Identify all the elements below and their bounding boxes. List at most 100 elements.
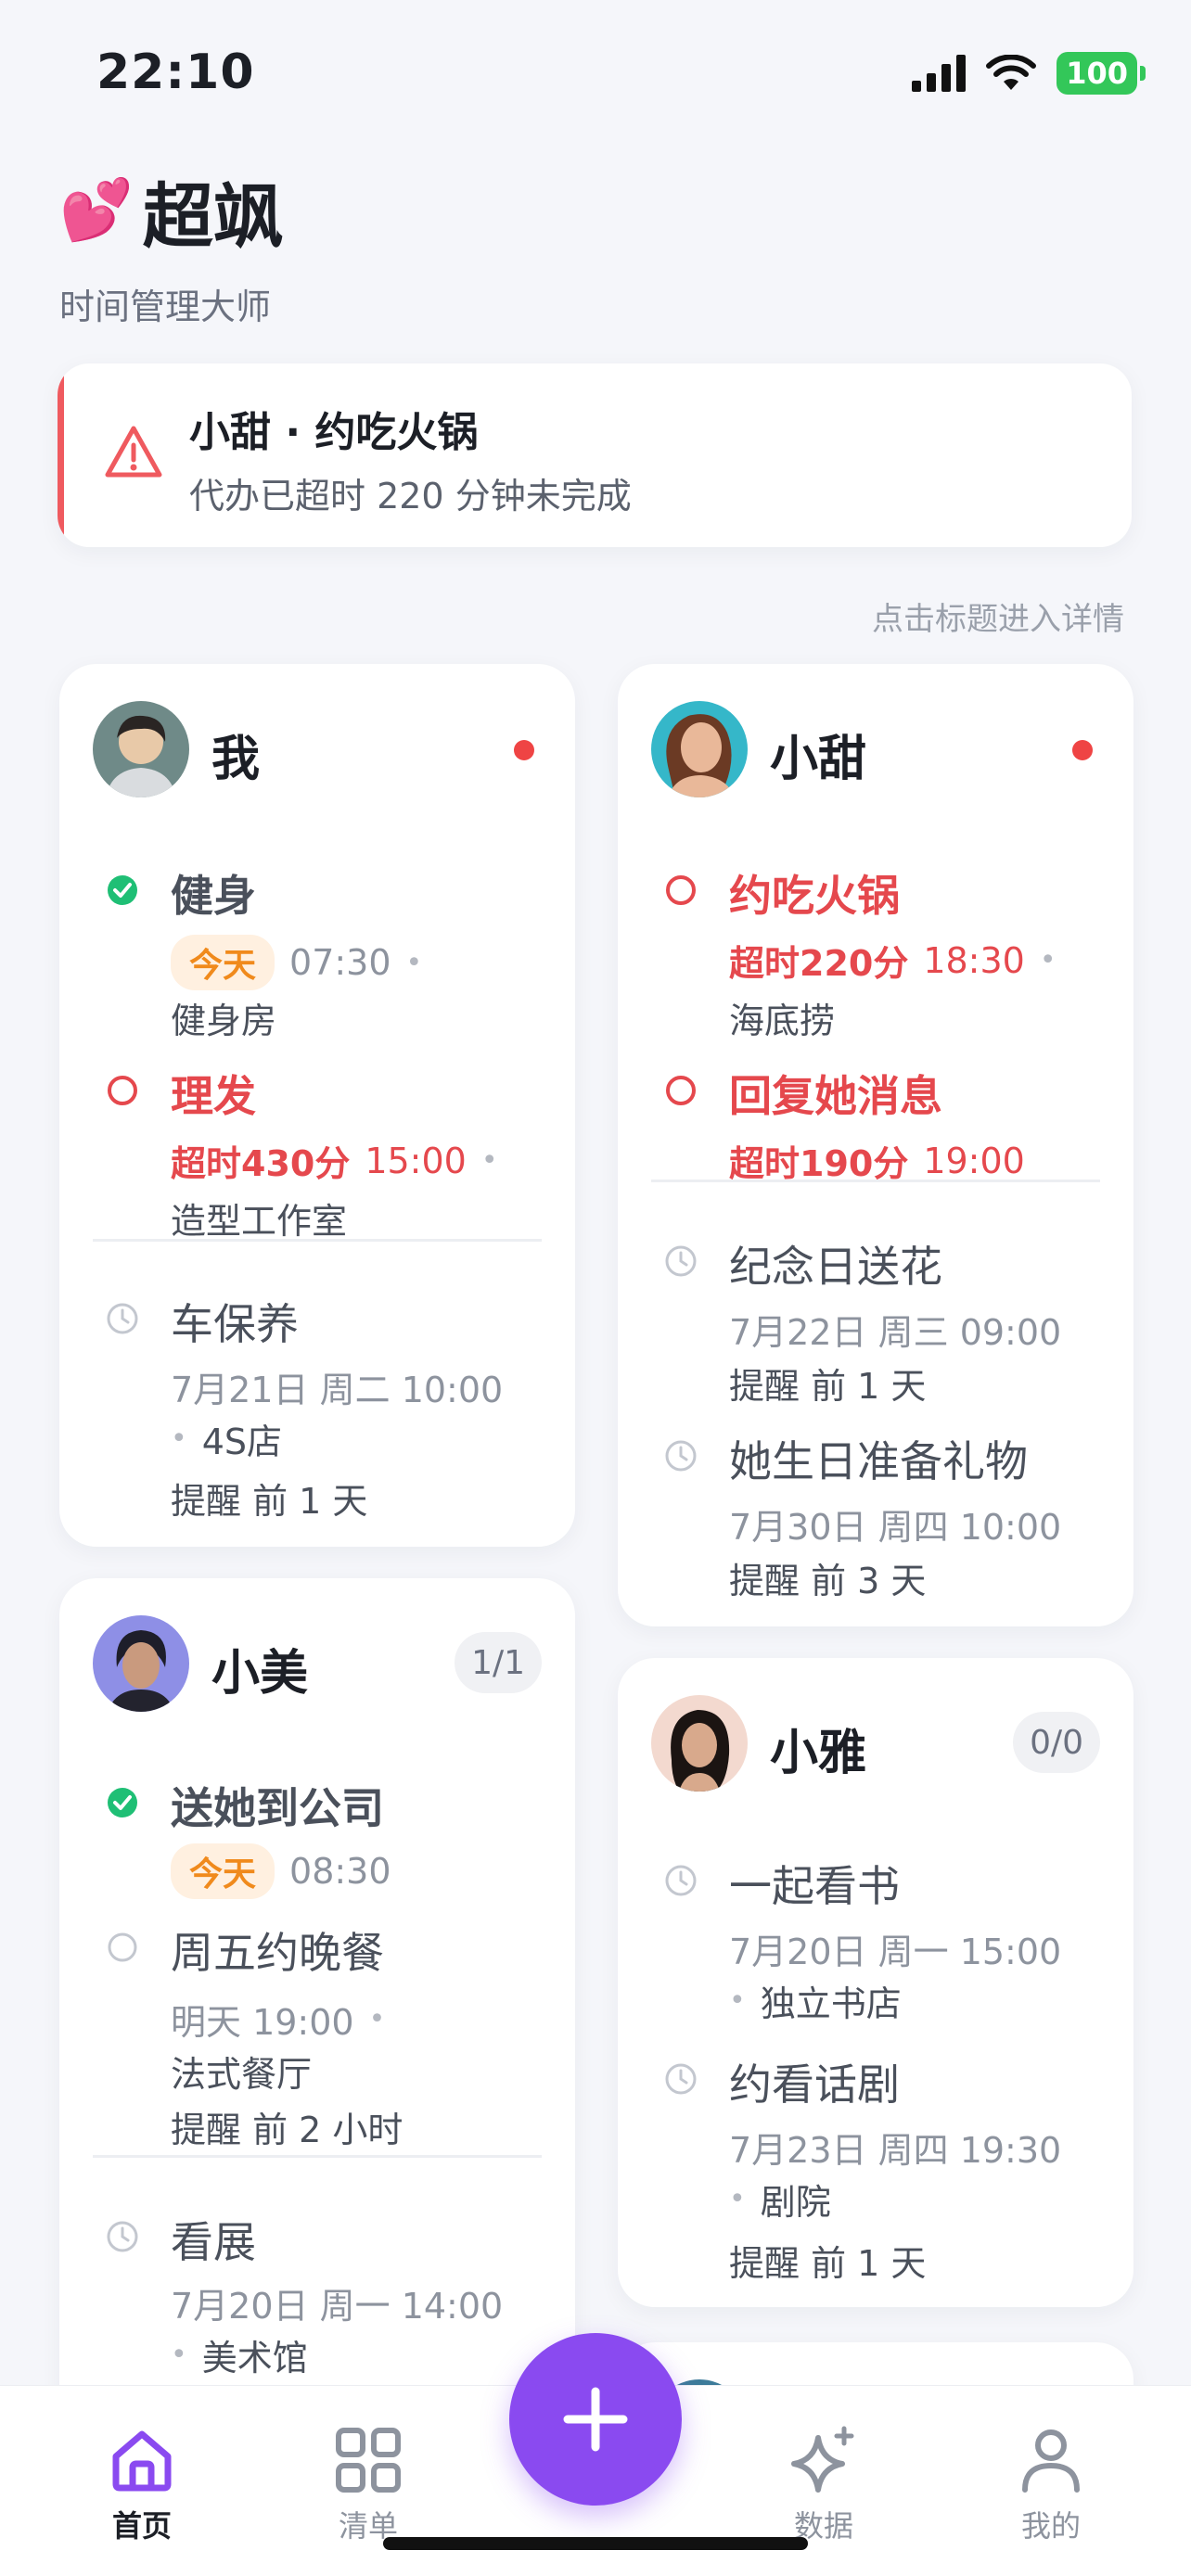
card-header: 小甜 xyxy=(651,701,1100,797)
separator-dot: • xyxy=(480,1144,498,1177)
task-time: 18:30 xyxy=(923,939,1025,981)
person-card-me[interactable]: 我 健身 今天 07:30 • 健身房 理发 超时430分 15:00 • 造型… xyxy=(59,664,575,1547)
unread-dot xyxy=(514,740,534,760)
page-subtitle: 时间管理大师 xyxy=(59,287,272,327)
task-item[interactable]: 理发 超时430分 15:00 • 造型工作室 xyxy=(106,1063,542,1248)
task-location: 美术馆 xyxy=(201,2338,308,2378)
task-title: 约吃火锅 xyxy=(729,871,900,921)
circle-pending-icon xyxy=(666,1076,696,1105)
clock-icon xyxy=(665,1440,697,1472)
clock-icon xyxy=(107,2221,138,2252)
upcoming-item[interactable]: 约看话剧 7月23日 周四 19:30 • 剧院 提醒 前 1 天 xyxy=(664,2051,1100,2292)
upcoming-item[interactable]: 看展 7月20日 周一 14:00 • 美术馆 xyxy=(106,2209,542,2394)
task-title: 看展 xyxy=(171,2217,256,2267)
task-title: 回复她消息 xyxy=(729,1071,942,1121)
task-datetime: 7月20日 周一 14:00 xyxy=(171,2286,504,2327)
task-meta: • 4S店 xyxy=(171,1413,282,1464)
alert-title: 小甜 · 约吃火锅 xyxy=(189,409,479,456)
page-title-text: 超飒 xyxy=(142,175,284,258)
task-title: 纪念日送花 xyxy=(729,1242,942,1292)
task-location: 造型工作室 xyxy=(171,1201,348,1242)
app-screen: 22:10 100 💕 超飒 时间管理大师 小甜 · 约吃火锅 代办已超时 22… xyxy=(0,0,1191,2576)
tab-mine[interactable]: 我的 xyxy=(977,2423,1125,2545)
task-location: 4S店 xyxy=(201,1422,283,1462)
person-card-xiaoya[interactable]: 小雅 0/0 一起看书 7月20日 周一 15:00 • 独立书店 约看话剧 7… xyxy=(618,1658,1133,2307)
upcoming-item[interactable]: 她生日准备礼物 7月30日 周四 10:00 提醒 前 3 天 xyxy=(664,1428,1100,1604)
task-reminder: 提醒 前 1 天 xyxy=(729,2243,927,2284)
task-reminder: 提醒 前 2 小时 xyxy=(171,2110,403,2150)
task-meta: • 独立书店 xyxy=(729,1975,902,2026)
upcoming-item[interactable]: 车保养 7月21日 周二 10:00 • 4S店 提醒 前 1 天 xyxy=(106,1291,542,1523)
task-location: 独立书店 xyxy=(760,1983,902,2024)
task-meta: 超时430分 15:00 • xyxy=(171,1135,498,1186)
task-count-badge: 1/1 xyxy=(455,1632,542,1693)
card-name[interactable]: 小美 xyxy=(211,1634,308,1703)
card-header: 我 xyxy=(93,701,542,797)
section-divider xyxy=(93,1239,542,1242)
task-title: 健身 xyxy=(171,871,256,921)
page-header: 💕 超飒 时间管理大师 xyxy=(59,159,284,329)
person-card-xiaomei[interactable]: 小美 1/1 送她到公司 今天 08:30 周五约晚餐 明天 19:00 • 法… xyxy=(59,1578,575,2468)
hearts-emoji: 💕 xyxy=(59,176,134,245)
separator-dot: • xyxy=(368,2003,386,2035)
task-datetime: 7月22日 周三 09:00 xyxy=(729,1312,1062,1353)
task-title: 她生日准备礼物 xyxy=(729,1436,1028,1486)
upcoming-item[interactable]: 一起看书 7月20日 周一 15:00 • 独立书店 xyxy=(664,1853,1100,2038)
avatar xyxy=(651,1695,748,1792)
card-header: 小雅 0/0 xyxy=(651,1695,1100,1792)
plus-icon xyxy=(563,2387,628,2452)
card-name[interactable]: 我 xyxy=(211,720,260,789)
task-meta: 今天 07:30 • xyxy=(171,935,422,990)
task-title: 车保养 xyxy=(171,1299,299,1349)
overdue-label: 超时430分 xyxy=(171,1143,351,1184)
task-location: 海底捞 xyxy=(729,1001,836,1041)
clock-icon xyxy=(665,1865,697,1896)
overdue-alert-banner[interactable]: 小甜 · 约吃火锅 代办已超时 220 分钟未完成 xyxy=(58,363,1132,547)
tab-home[interactable]: 首页 xyxy=(68,2423,216,2545)
check-done-icon xyxy=(108,875,137,905)
circle-pending-icon xyxy=(108,1076,137,1105)
upcoming-item[interactable]: 纪念日送花 7月22日 周三 09:00 提醒 前 1 天 xyxy=(664,1233,1100,1409)
card-header: 小美 1/1 xyxy=(93,1615,542,1712)
section-divider xyxy=(651,1180,1100,1182)
separator-dot: • xyxy=(171,2339,187,2371)
task-item[interactable]: 回复她消息 超时190分 19:00 xyxy=(664,1063,1100,1192)
hint-text: 点击标题进入详情 xyxy=(872,601,1124,638)
tab-mine-label: 我的 xyxy=(1020,2508,1081,2544)
page-title: 💕 超飒 xyxy=(59,159,284,261)
person-card-xiaotian[interactable]: 小甜 约吃火锅 超时220分 18:30 • 海底捞 回复她消息 超时190分 … xyxy=(618,664,1133,1626)
overdue-label: 超时190分 xyxy=(729,1143,909,1184)
card-name[interactable]: 小雅 xyxy=(770,1714,866,1783)
circle-pending-icon xyxy=(666,875,696,905)
separator-dot: • xyxy=(1039,944,1057,976)
task-meta: 今天 08:30 xyxy=(171,1843,391,1899)
task-location: 剧院 xyxy=(760,2182,831,2223)
task-datetime: 明天 19:00 xyxy=(171,2002,354,2043)
avatar xyxy=(93,701,189,797)
task-meta: • 剧院 xyxy=(729,2174,831,2225)
status-time: 22:10 xyxy=(96,45,255,100)
task-location: 法式餐厅 xyxy=(171,2054,313,2095)
home-icon xyxy=(112,2430,172,2492)
task-item[interactable]: 送她到公司 今天 08:30 xyxy=(106,1775,542,1905)
task-count-badge: 0/0 xyxy=(1013,1712,1100,1773)
clock-icon xyxy=(665,2063,697,2095)
grid-icon xyxy=(336,2428,401,2493)
unread-dot xyxy=(1072,740,1093,760)
tab-list[interactable]: 清单 xyxy=(294,2423,442,2545)
home-indicator xyxy=(383,2537,808,2550)
task-location: 健身房 xyxy=(171,1001,277,1041)
circle-empty-icon xyxy=(108,1932,137,1962)
task-item[interactable]: 周五约晚餐 明天 19:00 • 法式餐厅 提醒 前 2 小时 xyxy=(106,1919,542,2150)
overdue-label: 超时220分 xyxy=(729,943,909,984)
task-item[interactable]: 健身 今天 07:30 • 健身房 xyxy=(106,862,542,1048)
check-done-icon xyxy=(108,1788,137,1817)
alert-message: 代办已超时 220 分钟未完成 xyxy=(189,476,632,516)
task-title: 一起看书 xyxy=(729,1861,900,1911)
tab-data[interactable]: 数据 xyxy=(749,2423,898,2545)
task-item[interactable]: 约吃火锅 超时220分 18:30 • 海底捞 xyxy=(664,862,1100,1048)
task-reminder: 提醒 前 1 天 xyxy=(729,1366,927,1407)
add-task-button[interactable] xyxy=(509,2333,682,2506)
task-meta: • 美术馆 xyxy=(171,2329,308,2380)
card-name[interactable]: 小甜 xyxy=(770,720,866,789)
